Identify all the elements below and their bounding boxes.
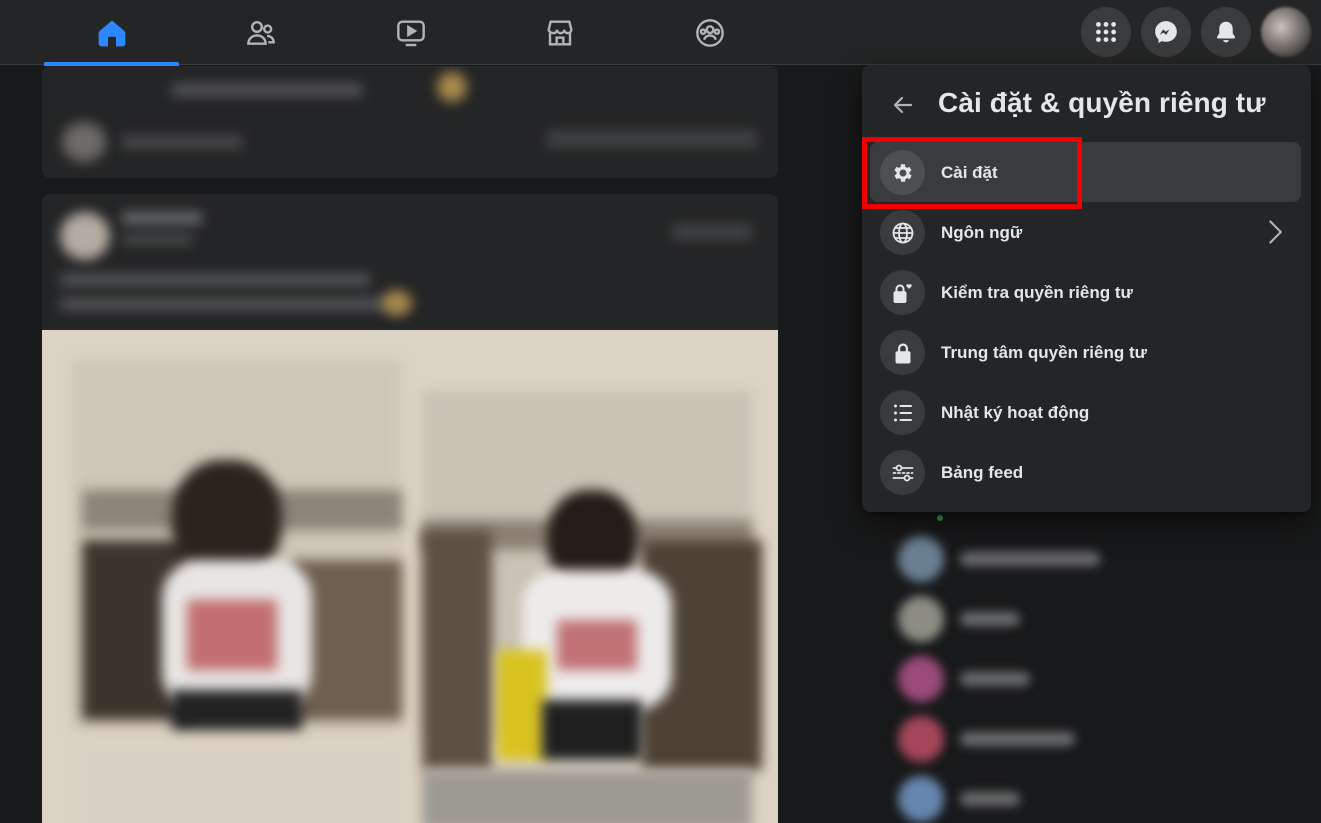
blurred-post-photo — [42, 330, 778, 823]
arrow-left-icon — [893, 96, 913, 114]
gear-icon — [893, 163, 912, 182]
list-icon — [893, 404, 912, 421]
chevron-right-icon — [1269, 220, 1282, 244]
lock-icon — [895, 343, 910, 363]
bell-icon — [1216, 21, 1236, 43]
dropdown-header: Cài đặt & quyền riêng tư — [862, 65, 1311, 143]
menu-item-label: Cài đặt — [941, 163, 998, 182]
settings-privacy-dropdown: Cài đặt & quyền riêng tư Cài đặt Ngôn ng… — [862, 65, 1311, 512]
blurred-post-card — [42, 66, 778, 178]
messenger-button[interactable] — [1141, 7, 1191, 57]
icon-wrap — [880, 390, 925, 435]
menu-item-label: Nhật ký hoạt động — [941, 403, 1090, 422]
notifications-button[interactable] — [1201, 7, 1251, 57]
groups-icon — [695, 18, 724, 47]
menu-item-privacy-center[interactable]: Trung tâm quyền riêng tư — [870, 322, 1301, 382]
menu-item-label: Trung tâm quyền riêng tư — [941, 343, 1147, 362]
lock-heart-icon — [893, 283, 912, 303]
menu-item-activity-log[interactable]: Nhật ký hoạt động — [870, 382, 1301, 442]
tab-watch[interactable] — [343, 0, 478, 65]
top-navigation-bar — [0, 0, 1321, 66]
blurred-contact — [898, 590, 1278, 642]
menu-item-privacy-checkup[interactable]: Kiểm tra quyền riêng tư — [870, 262, 1301, 322]
tab-home[interactable] — [44, 0, 179, 66]
icon-wrap — [880, 150, 925, 195]
icon-wrap — [880, 210, 925, 255]
menu-item-label: Kiểm tra quyền riêng tư — [941, 283, 1133, 302]
blurred-contact — [898, 650, 1278, 702]
blurred-contact — [898, 710, 1278, 762]
blurred-post-header — [42, 194, 778, 334]
icon-wrap — [880, 270, 925, 315]
menu-grid-icon — [1096, 22, 1116, 42]
messenger-icon — [1155, 21, 1177, 43]
globe-icon — [892, 222, 913, 243]
marketplace-store-icon — [546, 19, 573, 46]
menu-item-label: Bảng feed — [941, 463, 1024, 482]
tab-marketplace[interactable] — [492, 0, 627, 65]
home-icon — [98, 19, 125, 46]
blurred-contact — [898, 530, 1278, 582]
menu-item-feed[interactable]: Bảng feed — [870, 442, 1301, 502]
online-status-dot — [935, 513, 945, 523]
menu-item-settings[interactable]: Cài đặt — [870, 142, 1301, 202]
icon-wrap — [880, 330, 925, 375]
tab-groups[interactable] — [642, 0, 777, 65]
icon-wrap — [880, 450, 925, 495]
watch-video-icon — [396, 19, 425, 46]
profile-avatar[interactable] — [1261, 7, 1311, 57]
back-button[interactable] — [883, 85, 923, 125]
dropdown-title: Cài đặt & quyền riêng tư — [938, 87, 1266, 118]
menu-button[interactable] — [1081, 7, 1131, 57]
friends-icon — [246, 20, 275, 45]
menu-item-label: Ngôn ngữ — [941, 223, 1023, 242]
blurred-contact — [898, 770, 1278, 822]
sliders-icon — [892, 464, 913, 481]
menu-item-language[interactable]: Ngôn ngữ — [870, 202, 1301, 262]
tab-friends[interactable] — [193, 0, 328, 65]
